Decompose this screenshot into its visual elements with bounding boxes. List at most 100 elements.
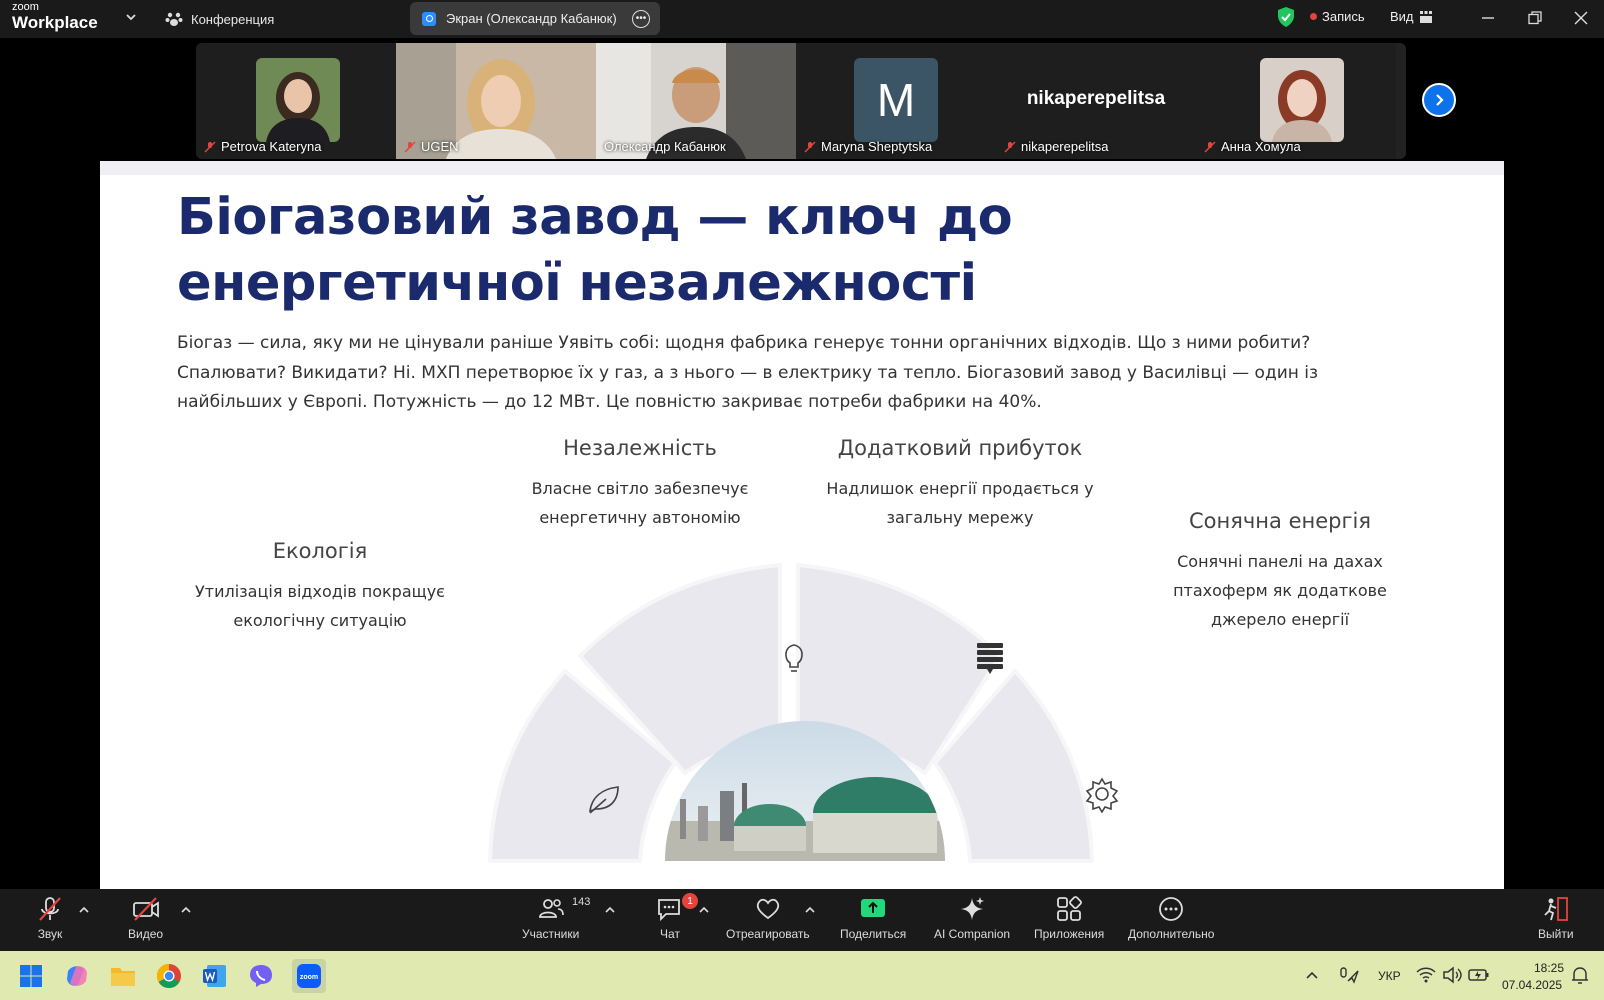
participant-tile[interactable]: UGEN (396, 43, 596, 159)
more-button[interactable]: Дополнительно (1128, 895, 1214, 941)
more-label: Дополнительно (1128, 927, 1215, 941)
chat-button[interactable]: Чат 1 (656, 893, 698, 941)
more-options-icon[interactable]: ••• (632, 10, 650, 28)
sparkle-icon (961, 897, 985, 920)
apps-label: Приложения (1034, 927, 1105, 941)
participant-name: Maryna Sheptytska (804, 139, 932, 154)
windows-start-button[interactable] (16, 961, 46, 991)
feature-title: Додатковий прибуток (837, 436, 1083, 460)
chrome-taskbar-icon[interactable] (154, 961, 184, 991)
semicircle-diagram (488, 563, 1119, 863)
ai-companion-label: AI Companion (934, 927, 1011, 941)
grid-view-icon (1419, 10, 1432, 23)
security-shield-icon[interactable] (1276, 6, 1296, 28)
muted-mic-icon (404, 140, 416, 153)
next-page-button[interactable] (1422, 83, 1456, 117)
meeting-toolbar: Звук Видео Участники 143 Чат 1 Отреагиро… (0, 889, 1604, 951)
audio-label: Звук (37, 927, 63, 941)
location-mic-icon[interactable] (1338, 965, 1360, 985)
conference-label: Конференция (191, 11, 275, 27)
record-button[interactable]: Запись (1310, 9, 1365, 24)
copilot-taskbar-icon[interactable] (62, 961, 92, 991)
react-button[interactable]: Отреагировать (726, 895, 810, 941)
audio-button[interactable]: Звук (36, 895, 64, 941)
participants-count: 143 (572, 896, 591, 908)
restore-button[interactable] (1523, 6, 1547, 30)
minimize-button[interactable] (1476, 6, 1500, 30)
logo-line2: Workplace (12, 13, 98, 32)
windows-taskbar: zoom УКР 18:25 07.04.2025 (0, 951, 1604, 1000)
viber-taskbar-icon[interactable] (246, 961, 276, 991)
share-button[interactable]: Поделиться (840, 895, 906, 941)
participant-photo (256, 58, 340, 142)
participant-tile[interactable]: Анна Хомула (1196, 43, 1396, 159)
notification-bell-icon[interactable] (1570, 965, 1590, 985)
participant-tile[interactable]: Petrova Kateryna (196, 43, 396, 159)
apps-button[interactable]: Приложения (1034, 895, 1104, 941)
participant-name: Анна Хомула (1204, 139, 1301, 154)
share-label: Поделиться (840, 927, 907, 941)
clock-date[interactable]: 07.04.2025 (1502, 978, 1562, 992)
windows-logo-icon (20, 965, 42, 987)
participant-name: nikaperepelitsa (1004, 139, 1108, 154)
slide-body-text: Біогаз — сила, яку ми не цінували раніше… (177, 333, 1319, 412)
chat-icon (658, 899, 680, 922)
chevron-down-icon[interactable] (124, 10, 138, 24)
participant-tile[interactable]: nikaperepelitsa nikaperepelitsa (996, 43, 1196, 159)
shared-screen-slide: Біогазовий завод — ключ до енергетичної … (100, 161, 1504, 889)
clock-time[interactable]: 18:25 (1534, 961, 1564, 975)
word-taskbar-icon[interactable] (200, 961, 230, 991)
chat-unread-badge: 1 (682, 893, 698, 909)
paw-icon (165, 12, 183, 26)
restore-icon (1528, 11, 1542, 25)
battery-icon[interactable] (1468, 966, 1490, 984)
participant-name: Petrova Kateryna (204, 139, 321, 154)
zoom-taskbar-icon[interactable]: zoom (292, 959, 326, 993)
chat-options-caret-icon[interactable] (698, 905, 710, 915)
feature-title: Незалежність (563, 436, 717, 460)
muted-mic-icon (804, 140, 816, 153)
ai-companion-button[interactable]: AI Companion (934, 895, 1010, 941)
share-screen-icon (422, 11, 436, 26)
audio-options-caret-icon[interactable] (78, 905, 90, 915)
record-label: Запись (1322, 9, 1365, 24)
leave-button[interactable]: Выйти (1538, 895, 1574, 941)
feature-profit: Додатковий прибуток Надлишок енергії про… (810, 436, 1110, 532)
screen-share-indicator[interactable]: Экран (Олександр Кабанюк) ••• (410, 2, 660, 35)
muted-mic-icon (1004, 140, 1016, 153)
view-label: Вид (1390, 9, 1414, 24)
muted-mic-icon (204, 140, 216, 153)
muted-mic-icon (1204, 140, 1216, 153)
close-button[interactable] (1569, 6, 1593, 30)
participants-button[interactable]: Участники (522, 895, 579, 941)
gear-icon-shape (1085, 777, 1119, 814)
react-options-caret-icon[interactable] (804, 905, 816, 915)
participants-icon (538, 899, 564, 918)
participants-options-caret-icon[interactable] (604, 905, 616, 915)
show-hidden-icons-chevron-icon[interactable] (1305, 969, 1319, 981)
chevron-right-icon (1436, 94, 1444, 106)
wifi-icon[interactable] (1416, 966, 1436, 984)
top-bar: zoom Workplace Конференция Экран (Олекса… (0, 0, 1604, 38)
volume-icon[interactable] (1442, 966, 1462, 984)
participant-name: UGEN (404, 139, 459, 154)
folder-icon (111, 968, 135, 986)
feature-desc: Сонячні панелі на дахах птахоферм як дод… (1173, 552, 1387, 629)
screen-share-label: Экран (Олександр Кабанюк) (446, 11, 617, 26)
participant-tile-active-speaker[interactable]: Олександр Кабанюк (596, 43, 796, 159)
feature-desc: Надлишок енергії продається у загальну м… (826, 479, 1094, 527)
video-label: Видео (128, 927, 164, 941)
leave-door-icon (1544, 897, 1568, 921)
file-explorer-taskbar-icon[interactable] (108, 961, 138, 991)
slide-top-band (100, 161, 1504, 175)
participant-tile[interactable]: M Maryna Sheptytska (796, 43, 996, 159)
video-button[interactable]: Видео (128, 895, 163, 941)
feature-title: Екологія (272, 539, 368, 563)
react-label: Отреагировать (726, 927, 810, 941)
keyboard-language[interactable]: УКР (1378, 969, 1401, 983)
zoom-window: zoom Workplace Конференция Экран (Олекса… (0, 0, 1604, 1000)
view-button[interactable]: Вид (1390, 9, 1432, 24)
conference-info-button[interactable]: Конференция (165, 8, 274, 30)
video-options-caret-icon[interactable] (180, 905, 192, 915)
zoom-logo[interactable]: zoom Workplace (12, 2, 98, 32)
